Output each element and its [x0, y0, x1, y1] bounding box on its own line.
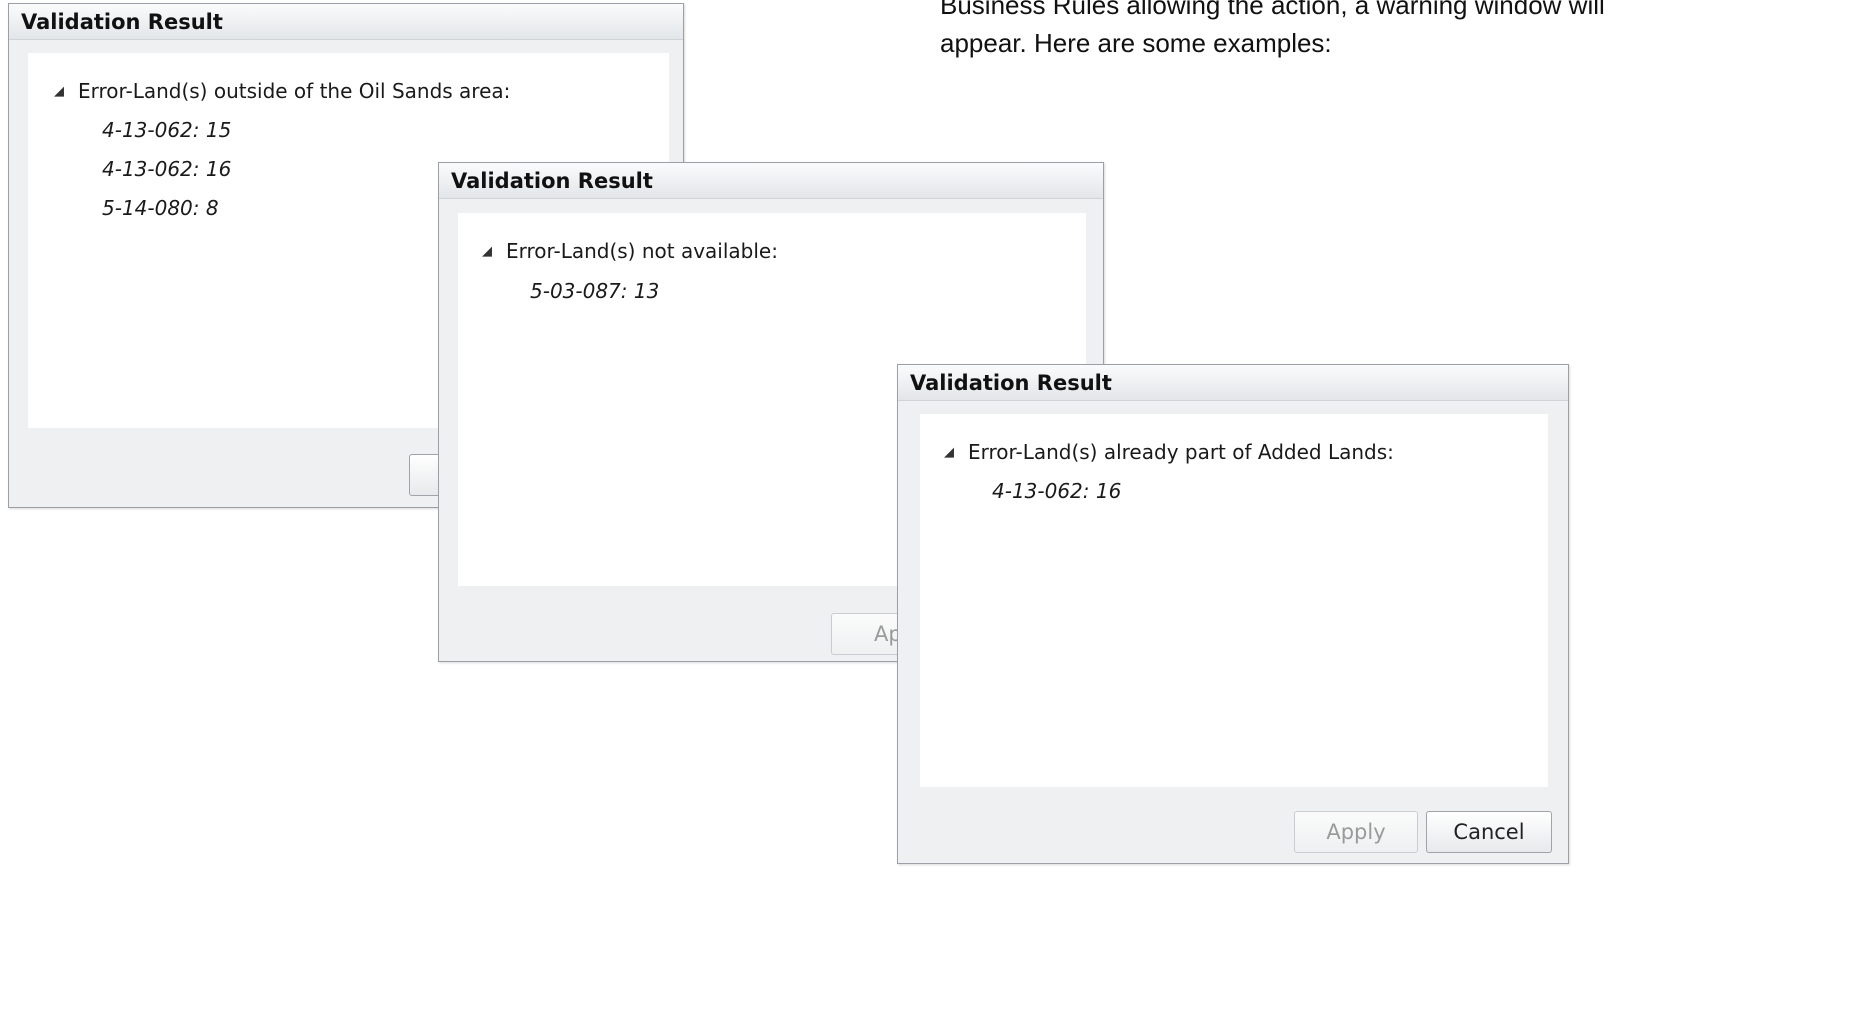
intro-line-1: Business Rules allowing the action, a wa…: [940, 0, 1605, 20]
group-label: Error-Land(s) already part of Added Land…: [968, 440, 1394, 464]
expanded-triangle-icon[interactable]: ◢: [944, 445, 954, 460]
dialog-title: Validation Result: [898, 365, 1568, 401]
land-item[interactable]: 5-14-080: 8: [102, 196, 219, 220]
intro-text: Business Rules allowing the action, a wa…: [940, 0, 1800, 62]
expanded-triangle-icon[interactable]: ◢: [54, 84, 64, 99]
tree-group-node[interactable]: ◢ Error-Land(s) already part of Added La…: [944, 440, 1394, 464]
expanded-triangle-icon[interactable]: ◢: [482, 244, 492, 259]
tree-group-node[interactable]: ◢ Error-Land(s) outside of the Oil Sands…: [54, 79, 510, 103]
land-item[interactable]: 4-13-062: 16: [102, 157, 231, 181]
land-item[interactable]: 4-13-062: 15: [102, 118, 231, 142]
apply-button[interactable]: Apply: [1294, 811, 1418, 853]
group-label: Error-Land(s) outside of the Oil Sands a…: [78, 79, 511, 103]
result-tree: ◢ Error-Land(s) already part of Added La…: [920, 414, 1548, 787]
validation-dialog-3: Validation Result ◢ Error-Land(s) alread…: [897, 364, 1569, 864]
land-item[interactable]: 4-13-062: 16: [992, 479, 1121, 503]
dialog-title: Validation Result: [9, 4, 683, 40]
cancel-button[interactable]: Cancel: [1426, 811, 1552, 853]
dialog-title: Validation Result: [439, 163, 1103, 199]
intro-line-2: appear. Here are some examples:: [940, 28, 1332, 58]
land-item[interactable]: 5-03-087: 13: [530, 279, 659, 303]
tree-group-node[interactable]: ◢ Error-Land(s) not available:: [482, 239, 778, 263]
group-label: Error-Land(s) not available:: [506, 239, 778, 263]
